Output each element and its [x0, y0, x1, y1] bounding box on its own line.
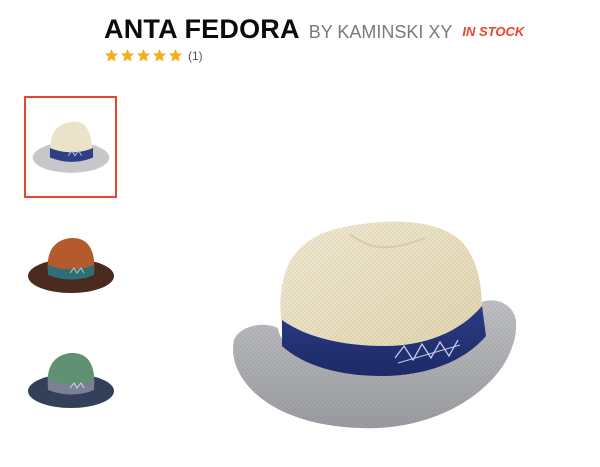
star-icon	[136, 48, 151, 62]
hat-main-icon	[232, 221, 517, 429]
star-icon	[168, 48, 183, 62]
product-header: ANTA FEDORA BY KAMINSKI XY IN STOCK (1)	[104, 14, 584, 63]
product-title: ANTA FEDORA	[104, 14, 300, 44]
star-icon	[120, 48, 135, 62]
thumbnail-green-navy[interactable]	[24, 331, 117, 433]
hat-green-navy-icon	[28, 352, 114, 408]
star-rating[interactable]	[104, 48, 183, 63]
hat-natural-navy-icon	[32, 121, 110, 173]
star-icon	[104, 48, 119, 62]
thumbnail-rust-teal[interactable]	[24, 216, 117, 318]
hat-rust-teal-icon	[28, 237, 114, 293]
product-brand[interactable]: BY KAMINSKI XY	[309, 22, 453, 43]
thumbnail-natural-navy[interactable]	[24, 96, 117, 198]
main-product-image[interactable]	[220, 200, 520, 440]
title-row: ANTA FEDORA BY KAMINSKI XY IN STOCK	[104, 14, 584, 45]
star-icon	[152, 48, 167, 62]
review-count[interactable]: (1)	[188, 49, 203, 63]
rating-row[interactable]: (1)	[104, 48, 584, 63]
stock-status: IN STOCK	[462, 24, 525, 39]
